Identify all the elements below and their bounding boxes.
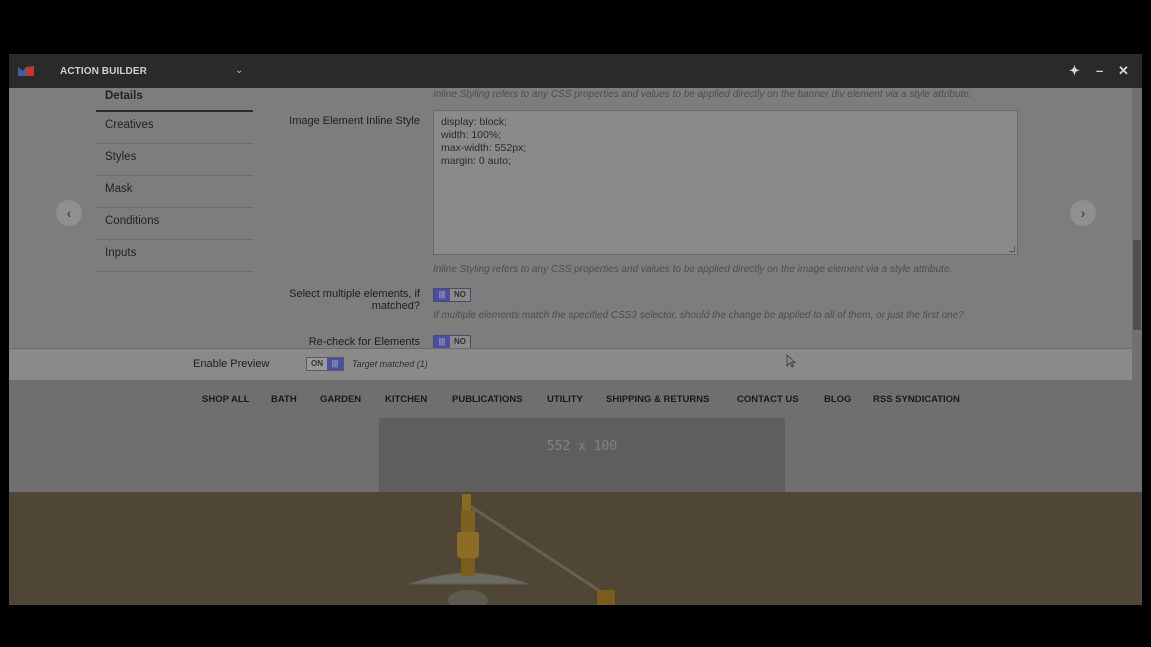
nav-utility[interactable]: UTILITY <box>547 394 583 405</box>
sidebar-item-conditions[interactable]: Conditions <box>96 208 253 240</box>
select-multiple-toggle[interactable]: ||| NO <box>433 288 471 302</box>
next-arrow-button[interactable]: › <box>1070 200 1096 226</box>
panel-scrollbar[interactable] <box>1132 88 1142 380</box>
nav-publications[interactable]: PUBLICATIONS <box>452 394 523 405</box>
nav-garden[interactable]: GARDEN <box>320 394 361 405</box>
nav-bath[interactable]: BATH <box>271 394 297 405</box>
enable-preview-label: Enable Preview <box>193 358 270 370</box>
banner-image-placeholder: 552 x 100 <box>379 418 785 492</box>
target-matched-status: Target matched (1) <box>352 359 428 369</box>
select-multiple-label-line: Select multiple elements, if <box>289 288 420 300</box>
nav-rss-syndication[interactable]: RSS SYNDICATION <box>873 394 960 405</box>
hero-image <box>9 492 1142 605</box>
chevron-down-icon[interactable]: ⌄ <box>235 65 243 76</box>
nav-blog[interactable]: BLOG <box>824 394 851 405</box>
app-title: ACTION BUILDER <box>60 66 147 77</box>
sidebar-item-styles[interactable]: Styles <box>96 144 253 176</box>
image-style-hint: Inline Styling refers to any CSS propert… <box>433 264 953 275</box>
style-line: max-width: 552px; <box>441 142 527 154</box>
image-style-textarea[interactable]: display: block; width: 100%; max-width: … <box>433 110 1018 255</box>
sidebar-item-creatives[interactable]: Creatives <box>96 112 253 144</box>
toggle-label: NO <box>450 289 470 301</box>
toggle-label: ON <box>307 358 327 370</box>
nav-kitchen[interactable]: KITCHEN <box>385 394 427 405</box>
select-multiple-label-line: matched? <box>371 300 420 312</box>
enable-preview-toggle[interactable]: ON ||| <box>306 357 344 371</box>
sidebar-item-mask[interactable]: Mask <box>96 176 253 208</box>
resize-handle[interactable] <box>1009 246 1015 252</box>
toggle-grip-icon: ||| <box>327 358 343 370</box>
pin-icon[interactable]: ✦ <box>1069 63 1080 79</box>
mouse-cursor-icon <box>786 354 796 368</box>
site-navigation: SHOP ALL BATH GARDEN KITCHEN PUBLICATION… <box>9 387 1142 411</box>
screen-frame: ACTION BUILDER ⌄ ✦ – ✕ ‹ › Details Creat… <box>0 0 1151 647</box>
scrollbar-thumb[interactable] <box>1133 240 1141 330</box>
style-line: display: block; <box>441 116 507 128</box>
select-multiple-label: Select multiple elements, if matched? <box>259 288 420 312</box>
minimize-icon[interactable]: – <box>1096 63 1103 78</box>
sidebar-item-inputs[interactable]: Inputs <box>96 240 253 272</box>
logo-icon <box>18 66 34 76</box>
toggle-grip-icon: ||| <box>434 336 450 348</box>
banner-style-hint: Inline Styling refers to any CSS propert… <box>433 89 972 100</box>
previous-arrow-button[interactable]: ‹ <box>56 200 82 226</box>
style-line: width: 100%; <box>441 129 502 141</box>
action-builder-topbar: ACTION BUILDER ⌄ ✦ – ✕ <box>9 54 1142 88</box>
preview-bar: Enable Preview ON ||| Target matched (1) <box>9 348 1132 380</box>
nav-shipping-returns[interactable]: SHIPPING & RETURNS <box>606 394 709 405</box>
nav-shop-all[interactable]: SHOP ALL <box>202 394 250 405</box>
toggle-grip-icon: ||| <box>434 289 450 301</box>
recheck-toggle[interactable]: ||| NO <box>433 335 471 348</box>
toggle-label: NO <box>450 336 470 348</box>
builder-panel: ‹ › Details Creatives Styles Mask Condit… <box>9 88 1142 380</box>
style-line: margin: 0 auto; <box>441 155 512 167</box>
builder-panel-body: ‹ › Details Creatives Styles Mask Condit… <box>9 88 1132 348</box>
image-style-label: Image Element Inline Style <box>289 115 420 127</box>
nav-contact-us[interactable]: CONTACT US <box>737 394 799 405</box>
sidebar-item-details[interactable]: Details <box>96 88 253 112</box>
select-multiple-hint: If multiple elements match the specified… <box>433 310 964 321</box>
browser-viewport: ACTION BUILDER ⌄ ✦ – ✕ ‹ › Details Creat… <box>9 54 1142 605</box>
recheck-label: Re-check for Elements <box>308 336 420 348</box>
close-icon[interactable]: ✕ <box>1118 63 1129 79</box>
builder-sidebar: Details Creatives Styles Mask Conditions… <box>96 88 253 272</box>
lamp-illustration <box>408 494 615 605</box>
